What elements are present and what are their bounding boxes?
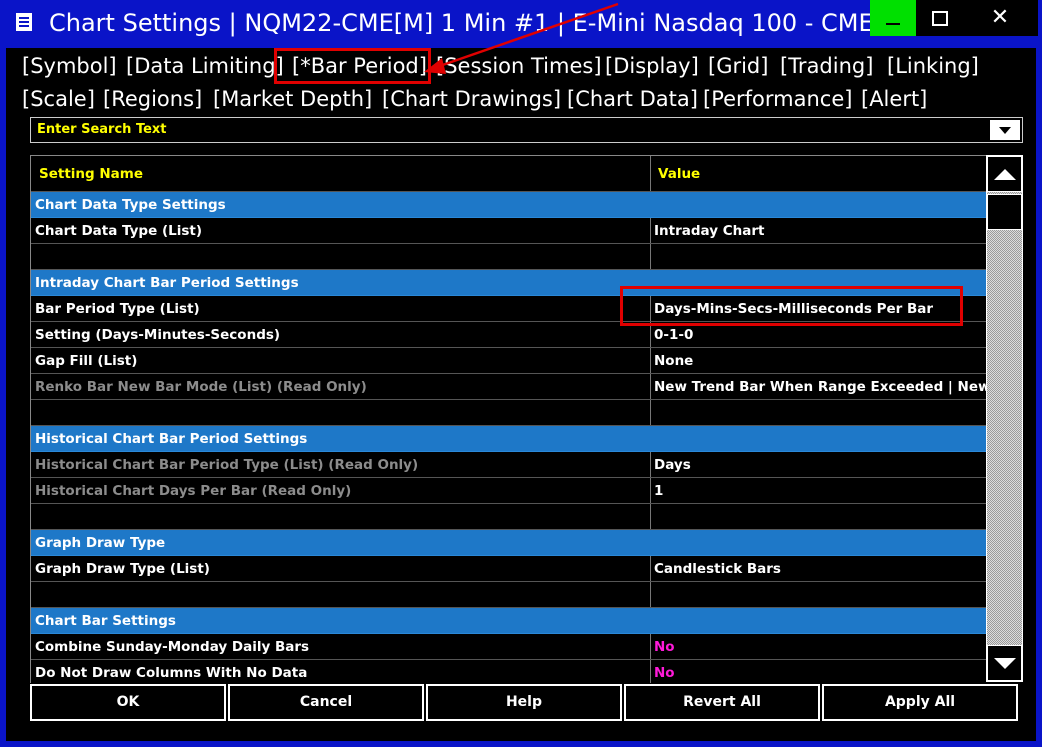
chart-settings-window: Chart Settings | NQM22-CME[M] 1 Min #1 |… xyxy=(0,0,1042,747)
annotation-arrow-icon xyxy=(424,2,619,74)
